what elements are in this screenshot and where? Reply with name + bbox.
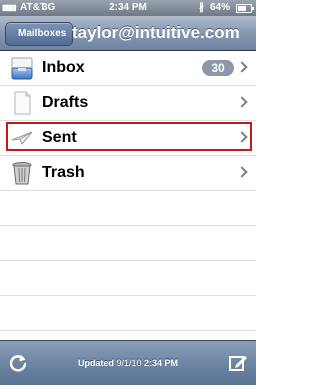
drafts-icon (14, 91, 31, 115)
empty-row (0, 191, 256, 226)
updated-date: 9/1/10 (116, 358, 142, 368)
chevron-right-icon (236, 61, 248, 73)
mailboxes-back-button[interactable]: Mailboxes (5, 22, 74, 46)
updated-time: 2:34 PM (144, 358, 179, 368)
chevron-right-icon (236, 166, 248, 178)
mailbox-label: Drafts (42, 94, 89, 111)
mailbox-label: Inbox (42, 59, 85, 76)
trash-icon (12, 162, 32, 185)
battery-fill (238, 6, 246, 11)
empty-row (0, 261, 256, 296)
bluetooth-icon: ∦ (199, 2, 204, 13)
mailbox-row-sent[interactable]: Sent (0, 121, 256, 156)
sent-icon (11, 131, 33, 145)
inbox-icon (11, 57, 33, 80)
navigation-bar: Mailboxes taylor@intuitive.com (0, 16, 256, 51)
last-updated-status: Updated 9/1/10 2:34 PM (0, 341, 256, 385)
chevron-right-icon (236, 96, 248, 108)
unread-count-badge: 30 (202, 60, 234, 76)
mailbox-row-drafts[interactable]: Drafts (0, 86, 256, 121)
mailbox-row-trash[interactable]: Trash (0, 156, 256, 191)
empty-row (0, 226, 256, 261)
mailbox-label: Trash (42, 164, 85, 181)
mailbox-label: Sent (42, 129, 77, 146)
mailbox-row-inbox[interactable]: Inbox 30 (0, 51, 256, 86)
bottom-toolbar: Updated 9/1/10 2:34 PM (0, 340, 256, 385)
updated-label: Updated (77, 358, 114, 368)
status-bar: ▮▮▮▮ AT&T 3G 2:34 PM ∦ 64% (0, 0, 256, 16)
battery-percent: 64% (210, 2, 231, 13)
account-title: taylor@intuitive.com (72, 23, 240, 42)
battery-icon (236, 4, 254, 13)
compose-icon[interactable] (228, 353, 248, 373)
mailbox-list: Inbox 30 Drafts Sent Trash (0, 51, 256, 339)
empty-row (0, 296, 256, 331)
